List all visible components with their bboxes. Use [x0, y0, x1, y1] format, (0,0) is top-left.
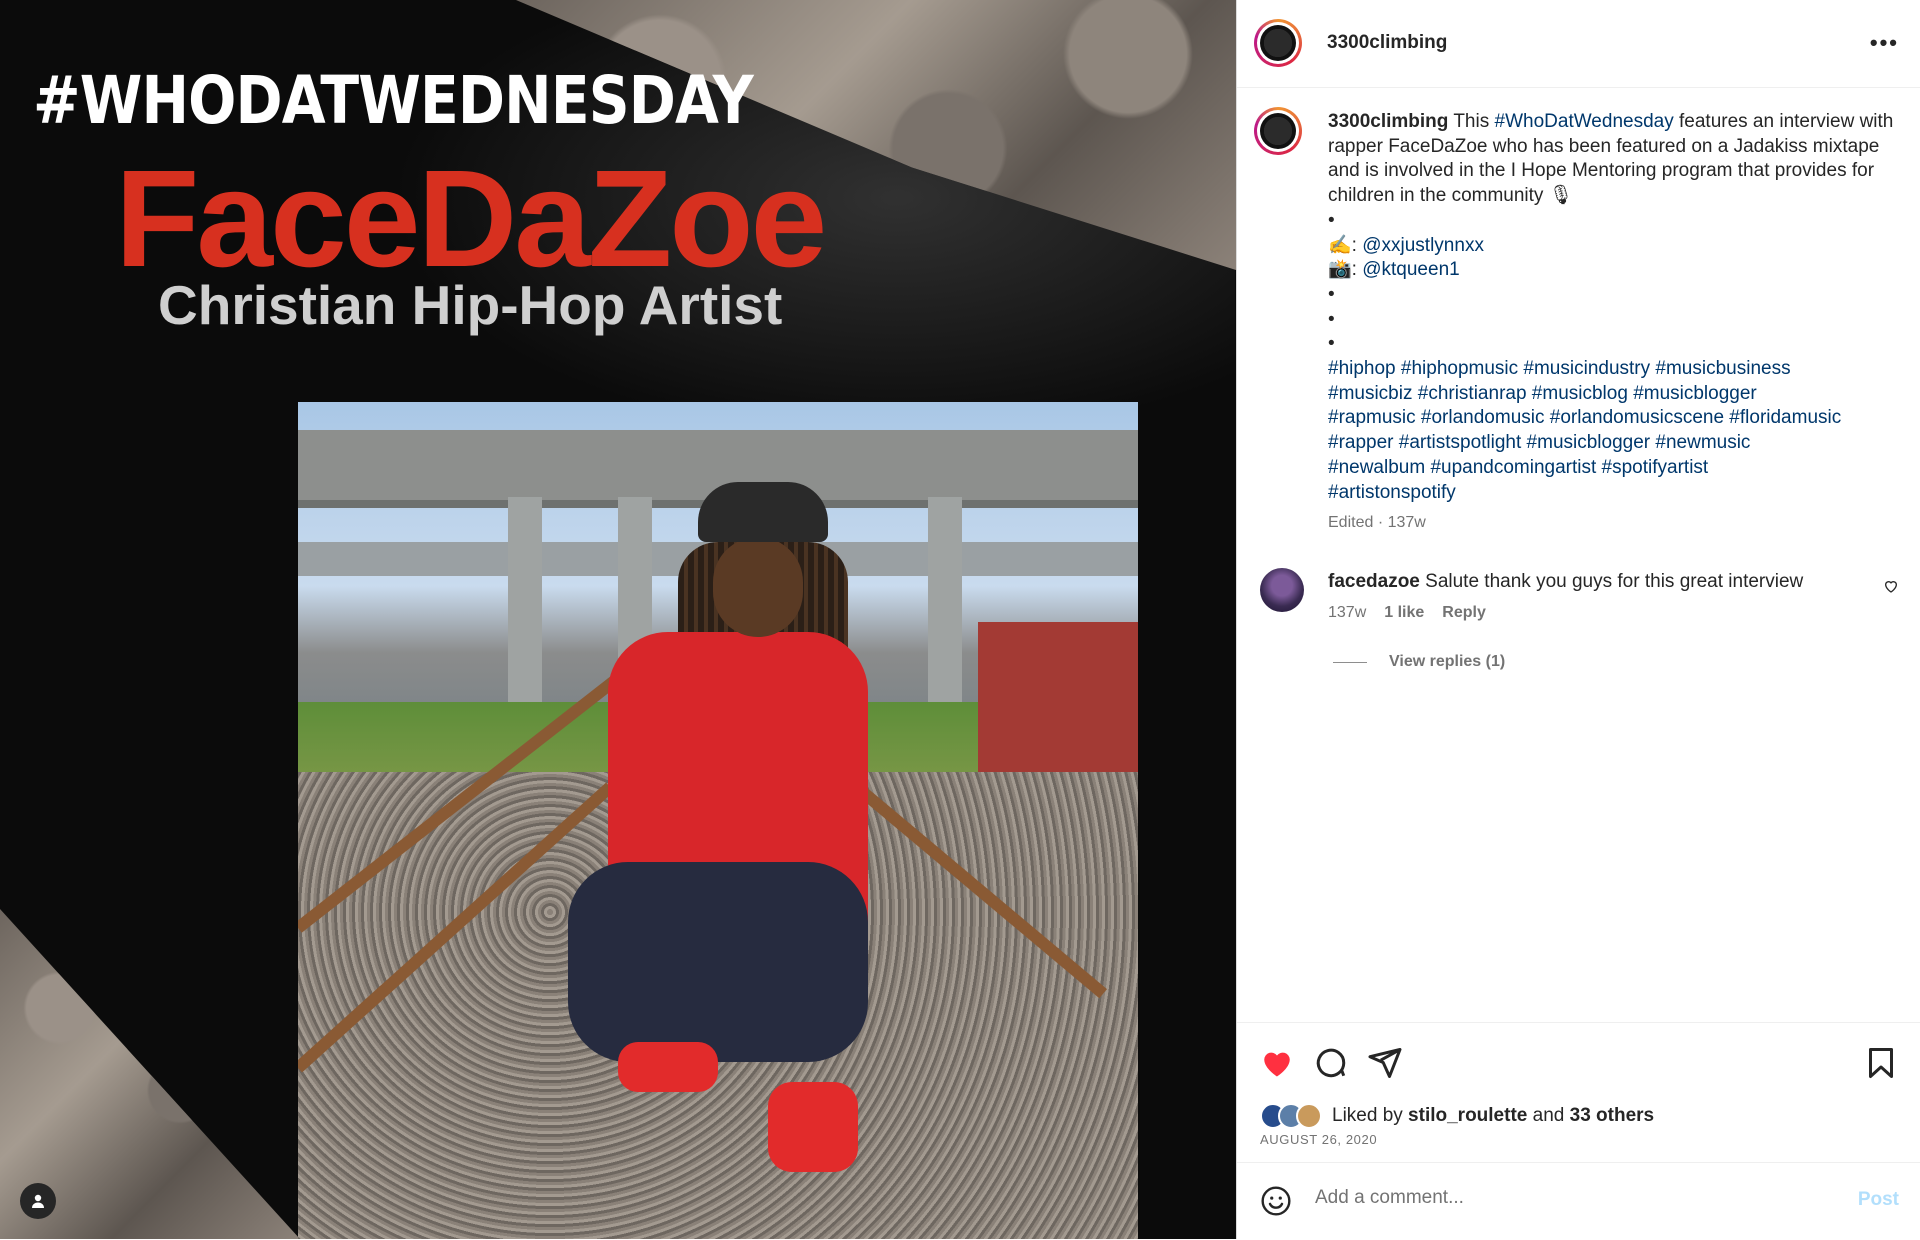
bookmark-icon: [1869, 1048, 1893, 1078]
instagram-post-view: #WHODATWEDNESDAY FaceDaZoe Christian Hip…: [0, 0, 1920, 1239]
photo-credit-emoji: 📸: [1328, 259, 1352, 281]
heart-outline-icon: [1884, 581, 1898, 593]
caption-hashtags-line[interactable]: #artistonspotify: [1328, 482, 1456, 503]
likes-others-link[interactable]: 33 others: [1570, 1105, 1654, 1126]
caption-hashtags-line[interactable]: #newalbum #upandcomingartist #spotifyart…: [1328, 457, 1708, 478]
post-date[interactable]: AUGUST 26, 2020: [1260, 1132, 1377, 1147]
post-media[interactable]: #WHODATWEDNESDAY FaceDaZoe Christian Hip…: [0, 0, 1236, 1239]
likes-summary: Liked by stilo_roulette and 33 others: [1260, 1103, 1654, 1129]
likes-text: Liked by stilo_roulette and 33 others: [1332, 1105, 1654, 1127]
media-hashtag-title: #WHODATWEDNESDAY: [33, 62, 754, 139]
commenter-avatar[interactable]: [1260, 568, 1304, 612]
caption-hashtag-link[interactable]: #WhoDatWednesday: [1495, 111, 1674, 132]
share-button[interactable]: [1367, 1045, 1403, 1086]
caption-text-before: This: [1453, 111, 1495, 132]
photo-red-container: [978, 622, 1138, 792]
account-avatar[interactable]: [1254, 19, 1302, 67]
post-comment-button[interactable]: Post: [1858, 1189, 1899, 1211]
send-icon: [1368, 1048, 1402, 1078]
add-comment-bar: Post: [1237, 1162, 1920, 1240]
caption-edited-time: Edited · 137w: [1328, 514, 1426, 532]
commenter-username[interactable]: facedazoe: [1328, 571, 1420, 592]
caption-dot: •: [1328, 308, 1335, 330]
likes-and: and: [1527, 1105, 1570, 1126]
post-actions: Liked by stilo_roulette and 33 others AU…: [1237, 1022, 1920, 1161]
caption-hashtags-line[interactable]: #musicbiz #christianrap #musicblog #musi…: [1328, 383, 1757, 404]
caption-dot: •: [1328, 283, 1335, 305]
save-button[interactable]: [1863, 1045, 1899, 1086]
caption-dot: •: [1328, 209, 1335, 231]
emoji-icon: [1261, 1186, 1291, 1216]
comment-meta: 137w 1 like Reply: [1328, 604, 1504, 622]
post-sidebar: 3300climbing ••• 3300climbing This #WhoD…: [1236, 0, 1920, 1239]
person-icon: [32, 1194, 44, 1208]
tagged-users-button[interactable]: [20, 1183, 56, 1219]
more-options-icon[interactable]: •••: [1870, 30, 1899, 56]
artist-photo: [298, 402, 1138, 1239]
like-button[interactable]: [1259, 1045, 1295, 1086]
comment-body: facedazoe Salute thank you guys for this…: [1328, 570, 1848, 594]
caption-hashtags-line[interactable]: #rapper #artistspotlight #musicblogger #…: [1328, 432, 1750, 453]
media-artist-name: FaceDaZoe: [115, 142, 827, 296]
caption-hashtags-line[interactable]: #rapmusic #orlandomusic #orlandomusicsce…: [1328, 407, 1841, 428]
comment-likes[interactable]: 1 like: [1384, 604, 1424, 621]
heart-filled-icon: [1264, 1052, 1290, 1077]
comment-button[interactable]: [1313, 1045, 1349, 1086]
liker-avatar: [1296, 1103, 1322, 1129]
liker-username[interactable]: stilo_roulette: [1408, 1105, 1527, 1126]
likes-prefix: Liked by: [1332, 1105, 1409, 1126]
media-artist-subtitle: Christian Hip-Hop Artist: [158, 274, 783, 336]
comment-text: Salute thank you guys for this great int…: [1425, 571, 1804, 592]
header-username[interactable]: 3300climbing: [1327, 32, 1447, 54]
caption-hashtags-line[interactable]: #hiphop #hiphopmusic #musicindustry #mus…: [1328, 358, 1791, 379]
caption-username[interactable]: 3300climbing: [1328, 111, 1448, 132]
comment-input[interactable]: [1313, 1186, 1797, 1210]
photo-pillar: [928, 497, 962, 727]
photo-credit-link[interactable]: @ktqueen1: [1362, 259, 1459, 280]
emoji-button[interactable]: [1260, 1185, 1292, 1222]
replies-divider: [1333, 661, 1367, 663]
photo-artist-figure: [528, 482, 888, 1202]
writer-credit-link[interactable]: @xxjustlynnxx: [1362, 235, 1484, 256]
comment-like-button[interactable]: [1883, 578, 1899, 599]
caption-avatar[interactable]: [1254, 107, 1302, 155]
comment-age[interactable]: 137w: [1328, 604, 1366, 621]
writer-credit-emoji: ✍️: [1328, 234, 1352, 256]
caption-body: 3300climbing This #WhoDatWednesday featu…: [1328, 110, 1898, 536]
view-replies-button[interactable]: View replies (1): [1333, 653, 1505, 671]
comment-reply-button[interactable]: Reply: [1442, 604, 1486, 621]
post-header: 3300climbing •••: [1237, 0, 1920, 88]
view-replies-label: View replies (1): [1389, 653, 1506, 670]
caption-dot: •: [1328, 333, 1335, 355]
comment-icon: [1316, 1048, 1346, 1078]
